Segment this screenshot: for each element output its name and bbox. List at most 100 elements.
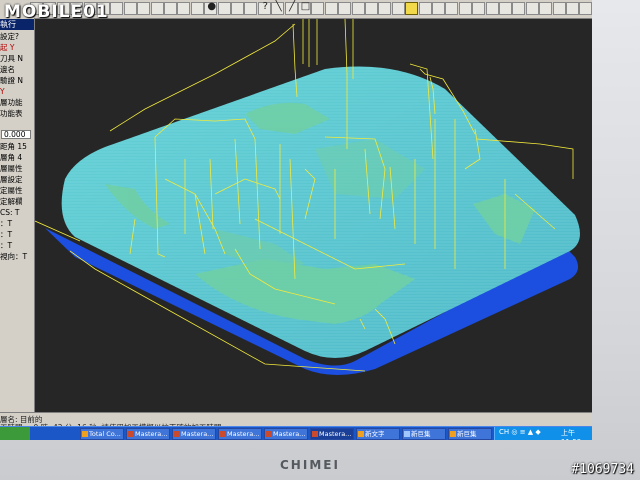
panel-item[interactable]: 刀具 N [0, 54, 34, 63]
tool-38-icon[interactable] [525, 2, 539, 15]
tool-10-icon[interactable] [150, 2, 164, 15]
panel-setting[interactable]: ：T [0, 230, 34, 239]
tool-34-icon[interactable] [472, 2, 486, 15]
panel-setting[interactable]: 層屬性 [0, 164, 34, 173]
tool-14-glyph: ● [207, 1, 217, 12]
tool-41-icon[interactable] [566, 2, 579, 15]
task-label: Mastera... [135, 430, 168, 438]
tray-icons[interactable]: CH ◎ ≡ ▲ ◆ [499, 428, 541, 436]
taskbar-task[interactable]: Mastera... [218, 428, 262, 440]
tool-20-glyph: ╱ [289, 1, 296, 12]
monitor-brand: CHIMEI [280, 458, 340, 472]
app-icon [404, 431, 410, 437]
value-input[interactable]: 0.000 [1, 130, 31, 139]
tool-15-icon[interactable] [217, 2, 231, 15]
taskbar-task[interactable]: Mastera... [126, 428, 170, 440]
tool-13-icon[interactable] [190, 2, 204, 15]
tool-42-icon[interactable] [579, 2, 592, 15]
watermark-post-id: #1069734 [571, 462, 634, 477]
task-label: 新巨集 [457, 430, 477, 438]
tool-29-icon[interactable] [405, 2, 419, 15]
monitor-bezel: ●? ╲ ╱ □ 執行 設定? 起 Y 刀具 N 邊名 驗證 N Y 層功能 功能表 0.000 距… [0, 0, 640, 480]
tool-14-icon[interactable]: ● [204, 1, 218, 15]
tool-18-icon[interactable]: ? [257, 1, 271, 15]
tool-21-icon[interactable]: □ [298, 1, 311, 15]
tool-36-icon[interactable] [499, 2, 512, 15]
tool-9-icon[interactable] [137, 2, 151, 15]
tool-20-icon[interactable]: ╱ [284, 1, 298, 15]
tool-12-icon[interactable] [177, 2, 191, 15]
panel-item[interactable]: 層功能 [0, 98, 34, 107]
tool-8-icon[interactable] [123, 2, 137, 15]
tool-26-icon[interactable] [365, 2, 378, 15]
tool-30-icon[interactable] [418, 2, 432, 15]
tool-28-icon[interactable] [391, 2, 405, 15]
panel-setting[interactable]: CS: T [0, 208, 34, 217]
tool-21-glyph: □ [300, 1, 311, 12]
system-tray: CH ◎ ≡ ▲ ◆ 上午 11:59 [494, 427, 592, 440]
tool-18-glyph: ? [262, 1, 268, 12]
task-label: Mastera... [319, 430, 352, 438]
panel-setting[interactable]: 定屬性 [0, 186, 34, 195]
panel-item[interactable]: 邊名 [0, 65, 34, 74]
tool-39-icon[interactable] [539, 2, 553, 15]
taskbar-task[interactable]: Total Co... [80, 428, 124, 440]
app-icon [174, 431, 180, 437]
task-label: Mastera... [227, 430, 260, 438]
task-label: 新巨集 [411, 430, 431, 438]
task-label: Mastera... [181, 430, 214, 438]
tool-23-icon[interactable] [324, 2, 338, 15]
watermark-logo: MOBILE01 [4, 2, 109, 22]
tool-27-icon[interactable] [378, 2, 392, 15]
panel-setting[interactable]: 層設定 [0, 175, 34, 184]
tool-31-icon[interactable] [432, 2, 445, 15]
tool-40-icon[interactable] [552, 2, 566, 15]
3d-viewport[interactable] [34, 18, 592, 412]
panel-setting[interactable]: 層角 4 [0, 153, 34, 162]
tool-25-icon[interactable] [351, 2, 365, 15]
app-icon [82, 431, 88, 437]
taskbar-task[interactable]: Mastera... [264, 428, 308, 440]
taskbar: Total Co... Mastera... Mastera... Mastera..… [0, 426, 592, 440]
start-button[interactable] [0, 427, 30, 440]
tool-17-icon[interactable] [244, 2, 258, 15]
clock: 上午 11:59 [561, 429, 581, 440]
taskbar-task[interactable]: 新巨集 [448, 428, 492, 440]
tool-33-icon[interactable] [458, 2, 472, 15]
toolpath-view [34, 18, 580, 375]
app-icon [220, 431, 226, 437]
tool-22-icon[interactable] [311, 2, 325, 15]
panel-setting[interactable]: ：T [0, 219, 34, 228]
tool-32-icon[interactable] [445, 2, 459, 15]
panel-setting[interactable]: ：T [0, 241, 34, 250]
tool-16-icon[interactable] [231, 2, 244, 15]
tool-7-icon[interactable] [110, 2, 124, 15]
app-icon [450, 431, 456, 437]
panel-setting[interactable]: 定解欄 [0, 197, 34, 206]
tool-11-icon[interactable] [164, 2, 177, 15]
taskbar-task[interactable]: Mastera... [172, 428, 216, 440]
panel-item[interactable]: 起 Y [0, 43, 34, 52]
app-icon [128, 431, 134, 437]
tool-24-icon[interactable] [338, 2, 352, 15]
screen: ●? ╲ ╱ □ 執行 設定? 起 Y 刀具 N 邊名 驗證 N Y 層功能 功能表 0.000 距… [0, 0, 592, 440]
tool-35-icon[interactable] [485, 2, 499, 15]
taskbar-task[interactable]: Mastera... [310, 428, 354, 440]
panel-item[interactable]: 驗證 N [0, 76, 34, 85]
tool-19-icon[interactable]: ╲ [271, 1, 285, 15]
panel-item[interactable]: 功能表 [0, 109, 34, 118]
taskbar-task[interactable]: 新巨集 [402, 428, 446, 440]
left-panel: 執行 設定? 起 Y 刀具 N 邊名 驗證 N Y 層功能 功能表 0.000 距角 15 層角… [0, 18, 35, 412]
app-icon [358, 431, 364, 437]
app-icon [266, 431, 272, 437]
tool-19-glyph: ╲ [275, 1, 282, 12]
panel-setting[interactable]: 距角 15 [0, 142, 34, 151]
app-icon [312, 431, 318, 437]
panel-item[interactable]: Y [0, 87, 34, 96]
task-label: 新文字 [365, 430, 385, 438]
task-label: Total Co... [89, 430, 121, 438]
panel-item[interactable]: 設定? [0, 32, 34, 41]
taskbar-task[interactable]: 新文字 [356, 428, 400, 440]
panel-setting[interactable]: 視向：T [0, 252, 34, 261]
tool-37-icon[interactable] [512, 2, 526, 15]
